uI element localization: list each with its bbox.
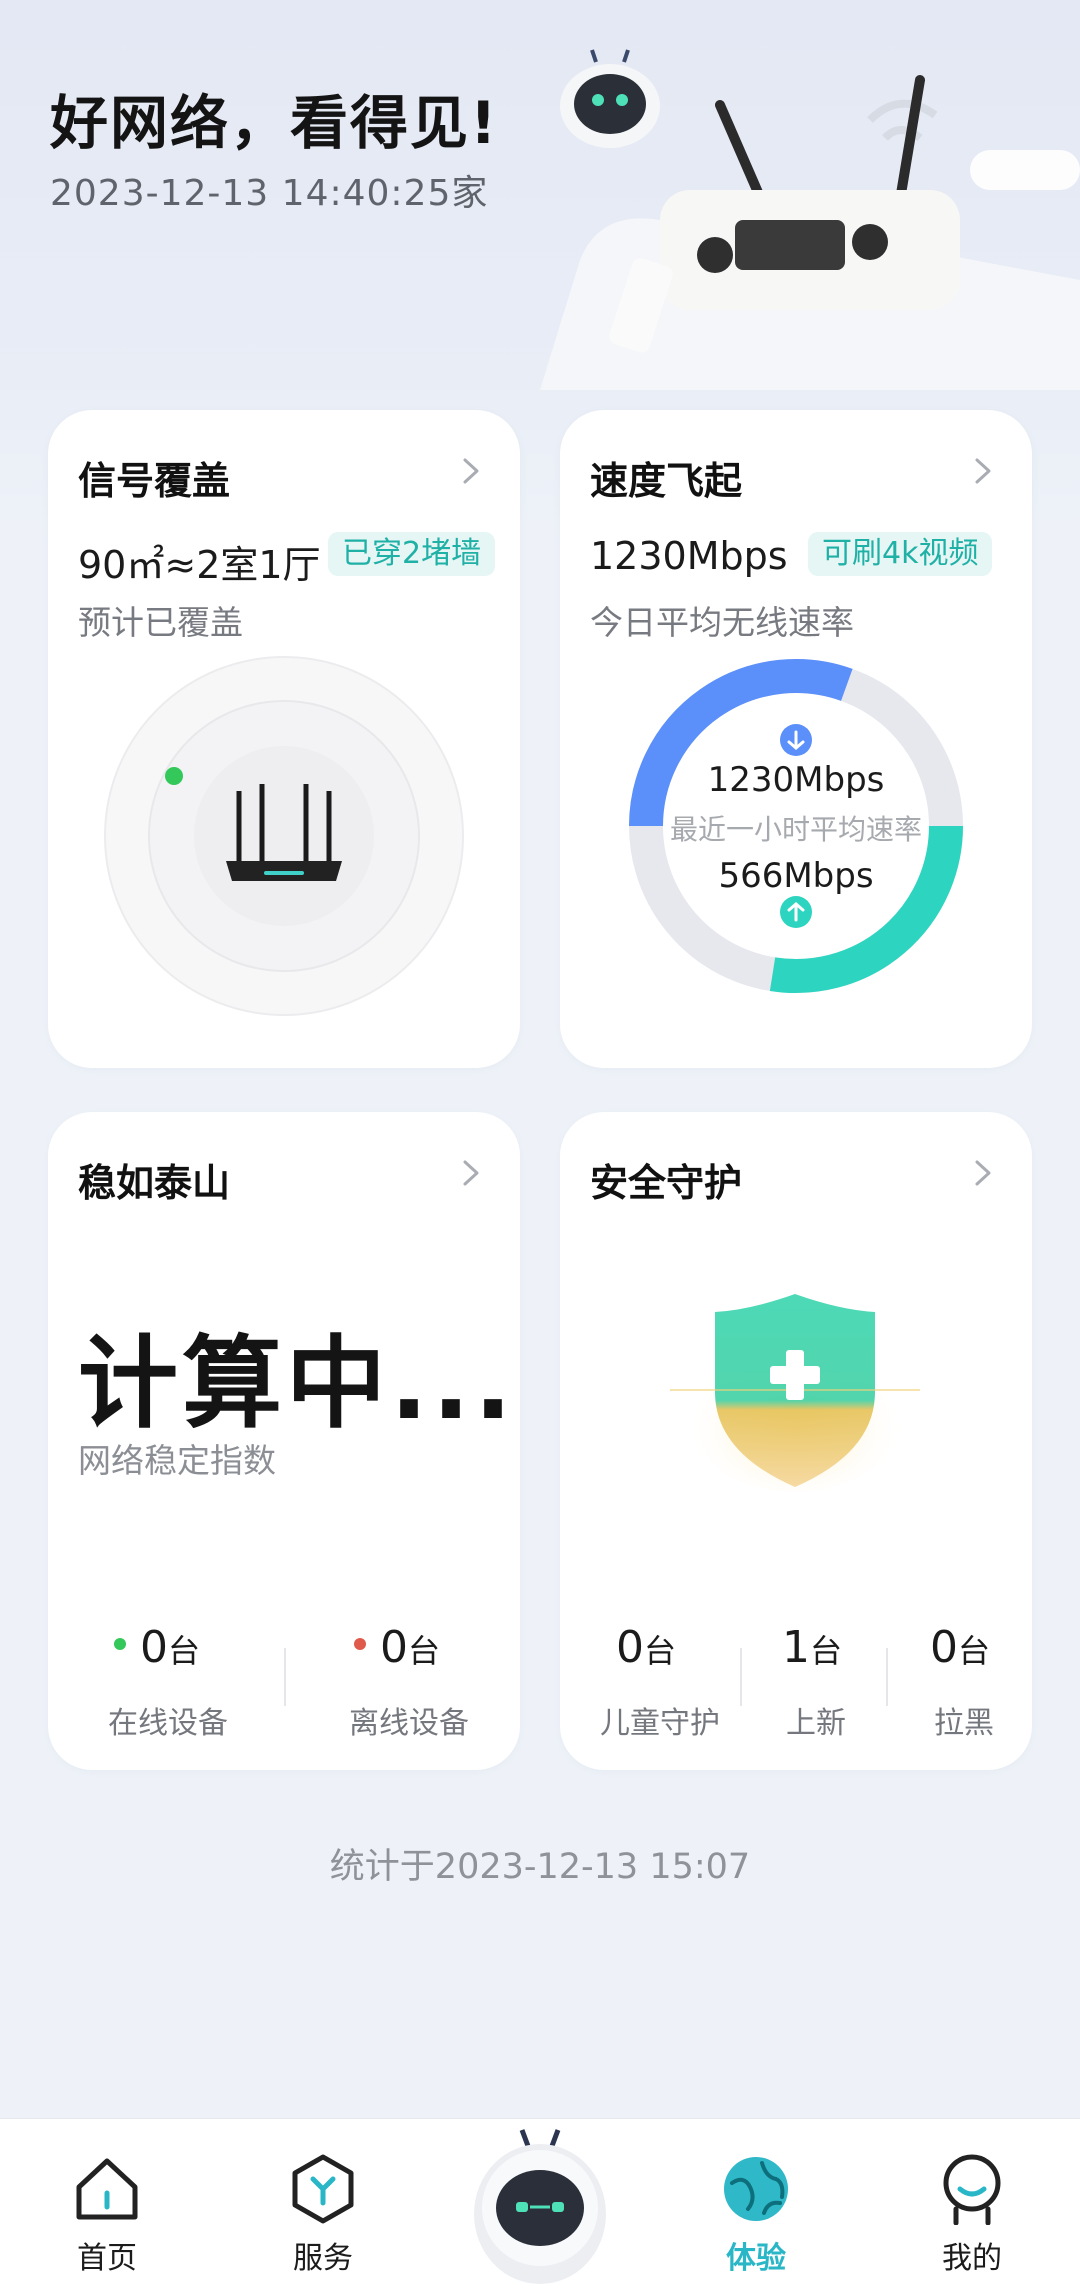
online-device-label: 在线设备 xyxy=(108,1706,228,1741)
shield-icon xyxy=(670,1294,920,1492)
coverage-card[interactable]: 信号覆盖 90㎡≈2室1厅 已穿2堵墙 预计已覆盖 xyxy=(48,410,520,1068)
child-protection-count: 0台 xyxy=(616,1622,677,1673)
coverage-radar xyxy=(104,656,464,1016)
offline-device-label: 离线设备 xyxy=(349,1706,469,1741)
offline-dot-icon xyxy=(354,1638,366,1650)
service-icon xyxy=(292,2154,354,2224)
speed-capability-badge: 可刷4k视频 xyxy=(808,532,993,576)
chevron-right-icon xyxy=(975,1160,991,1186)
stability-index-label: 网络稳定指数 xyxy=(78,1441,276,1480)
download-arc xyxy=(629,659,853,827)
statistics-timestamp: 统计于2023-12-13 15:07 xyxy=(329,1847,751,1887)
chevron-right-icon xyxy=(975,458,991,484)
tab-experience-label: 体验 xyxy=(726,2241,786,2276)
tab-experience[interactable]: 体验 xyxy=(676,2119,836,2289)
coverage-area: 90㎡≈2室1厅 xyxy=(78,543,321,587)
divider xyxy=(886,1648,888,1706)
profile-icon xyxy=(943,2154,1001,2225)
stability-calculating: 计算中... xyxy=(78,1325,516,1442)
coverage-subtitle: 预计已覆盖 xyxy=(78,603,243,642)
download-speed: 1230Mbps xyxy=(707,760,885,800)
tab-mine-label: 我的 xyxy=(942,2241,1002,2276)
new-device-count: 1台 xyxy=(782,1622,843,1673)
stability-card[interactable]: 稳如泰山 计算中... 网络稳定指数 0台 在线设备 0台 离线设备 xyxy=(48,1112,520,1770)
offline-device-count: 0台 xyxy=(354,1622,440,1673)
tab-mine[interactable]: 我的 xyxy=(892,2119,1052,2289)
robot-assistant-button[interactable] xyxy=(470,2122,610,2288)
recent-hour-label: 最近一小时平均速率 xyxy=(669,813,922,846)
coverage-card-title: 信号覆盖 xyxy=(78,459,231,503)
child-protection-label: 儿童守护 xyxy=(600,1706,720,1741)
divider xyxy=(284,1648,286,1706)
page-title: 好网络，看得见! xyxy=(50,89,499,157)
wall-penetration-badge: 已穿2堵墙 xyxy=(328,532,496,576)
tab-home-label: 首页 xyxy=(77,2241,137,2276)
chevron-right-icon xyxy=(463,1160,479,1186)
upload-speed: 566Mbps xyxy=(718,856,874,896)
robot-mascot-icon[interactable] xyxy=(556,48,664,148)
tab-service-label: 服务 xyxy=(293,2241,353,2276)
online-device-count: 0台 xyxy=(114,1622,200,1673)
globe-icon xyxy=(724,2157,788,2221)
security-card[interactable]: 安全守护 0台 儿童守护 1台 上新 0台 拉黑 xyxy=(560,1112,1032,1770)
chevron-right-icon xyxy=(463,458,479,484)
speed-subtitle: 今日平均无线速率 xyxy=(590,603,854,642)
home-icon xyxy=(76,2158,138,2220)
tab-home[interactable]: 首页 xyxy=(27,2119,187,2289)
tab-service[interactable]: 服务 xyxy=(243,2119,403,2289)
blocked-device-count: 0台 xyxy=(930,1622,991,1673)
blocked-device-label: 拉黑 xyxy=(934,1706,994,1741)
stability-card-title: 稳如泰山 xyxy=(78,1161,231,1205)
speed-card[interactable]: 速度飞起 1230Mbps 可刷4k视频 今日平均无线速率 1230Mbps 最… xyxy=(560,410,1032,1068)
online-dot-icon xyxy=(114,1638,126,1650)
average-speed: 1230Mbps xyxy=(590,534,788,578)
divider xyxy=(740,1648,742,1706)
header-datetime: 2023-12-13 14:40:25家 xyxy=(50,173,489,214)
security-card-title: 安全守护 xyxy=(590,1161,743,1205)
new-device-label: 上新 xyxy=(786,1706,846,1741)
speed-card-title: 速度飞起 xyxy=(590,459,743,503)
